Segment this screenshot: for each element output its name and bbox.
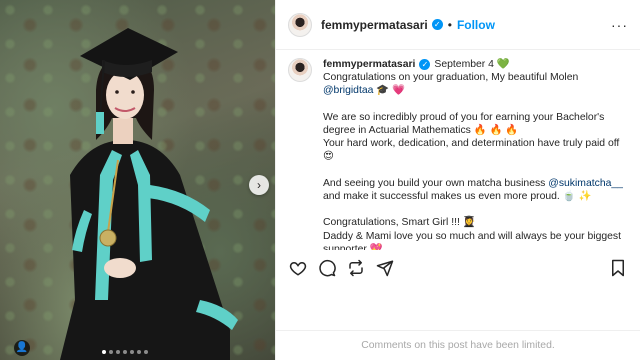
carousel-dot [137, 350, 141, 354]
caption-body: femmypermatasari ✓ September 4 💚 Congrat… [323, 58, 623, 250]
caption-text-segment: 🎓 💗 [373, 85, 406, 97]
green-heart-icon: 💚 [496, 58, 510, 70]
carousel-dot [116, 350, 120, 354]
tagged-user-icon[interactable]: 👤 [14, 340, 30, 356]
share-button[interactable] [375, 258, 395, 278]
share-icon [376, 260, 394, 277]
caption-text-segment: Congratulations, Smart Girl !!! 👩‍🎓 [323, 217, 476, 229]
carousel-dot [144, 350, 148, 354]
verified-badge-icon: ✓ [431, 19, 443, 30]
caption-line: Congratulations on your graduation, My b… [323, 71, 623, 84]
caption-line: @brigidtaa 🎓 💗 [323, 84, 623, 97]
caption-line: supporter 💖 [323, 243, 623, 250]
caption-text-segment: Daddy & Mami love you so much and will a… [323, 230, 622, 242]
mention-link[interactable]: @sukimatcha__ [548, 178, 623, 189]
carousel-dot [109, 350, 113, 354]
post-panel: femmypermatasari ✓ • Follow ··· femmyper… [275, 0, 640, 360]
mention-link[interactable]: @brigidtaa [323, 85, 373, 96]
caption-line: 😍 [323, 150, 623, 163]
save-button[interactable] [608, 258, 628, 278]
caption-text-segment: and make it successful makes us even mor… [323, 191, 592, 202]
caption-text-segment: And seeing you build your own matcha bus… [323, 177, 549, 189]
caption-line: Your hard work, dedication, and determin… [323, 137, 623, 150]
caption-line: Congratulations, Smart Girl !!! 👩‍🎓 [323, 216, 623, 229]
caption-text-segment: 😍 [323, 151, 334, 163]
caption-line: We are so incredibly proud of you for ea… [323, 111, 623, 124]
caption-avatar[interactable] [288, 58, 312, 82]
caption-head: femmypermatasari ✓ September 4 💚 [323, 58, 623, 71]
caption-text-segment: Your hard work, dedication, and determin… [323, 138, 620, 150]
caption: femmypermatasari ✓ September 4 💚 Congrat… [276, 50, 640, 250]
caption-text-segment: Congratulations on your graduation, My b… [323, 72, 579, 84]
caption-line: And seeing you build your own matcha bus… [323, 177, 623, 190]
header-username[interactable]: femmypermatasari [321, 18, 428, 32]
follow-button[interactable]: Follow [457, 18, 495, 32]
carousel-dot [130, 350, 134, 354]
caption-username[interactable]: femmypermatasari [323, 58, 415, 71]
repost-button[interactable] [346, 258, 366, 278]
comment-icon [319, 259, 336, 277]
caption-text-segment: supporter 💖 [323, 243, 383, 250]
caption-line: degree in Actuarial Mathematics 🔥 🔥 🔥 [323, 124, 623, 137]
post-photo[interactable]: › 👤 [0, 0, 275, 360]
chevron-right-icon: › [257, 178, 261, 192]
avatar[interactable] [288, 12, 312, 37]
carousel-dots [102, 350, 148, 354]
verified-badge-icon: ✓ [419, 59, 431, 71]
carousel-dot [123, 350, 127, 354]
caption-line: and make it successful makes us even mor… [323, 190, 623, 203]
more-options-icon[interactable]: ··· [611, 17, 628, 33]
header-separator: • [447, 17, 452, 32]
caption-text-segment: degree in Actuarial Mathematics 🔥 🔥 🔥 [323, 125, 519, 136]
post-header: femmypermatasari ✓ • Follow ··· [276, 0, 640, 50]
post-date[interactable]: September 4 [434, 58, 494, 71]
graduate-illustration [60, 28, 238, 360]
carousel-next-button[interactable]: › [249, 175, 269, 195]
caption-line: Daddy & Mami love you so much and will a… [323, 230, 623, 243]
heart-icon [289, 261, 307, 276]
caption-text-segment: We are so incredibly proud of you for ea… [323, 111, 605, 123]
action-bar [276, 256, 640, 280]
comment-button[interactable] [317, 258, 337, 278]
carousel-dot [102, 350, 106, 354]
comments-limited-note: Comments on this post have been limited. [276, 330, 640, 360]
bookmark-icon [612, 259, 624, 277]
caption-text: Congratulations on your graduation, My b… [323, 71, 623, 250]
repost-icon [349, 259, 363, 277]
like-button[interactable] [288, 258, 308, 278]
